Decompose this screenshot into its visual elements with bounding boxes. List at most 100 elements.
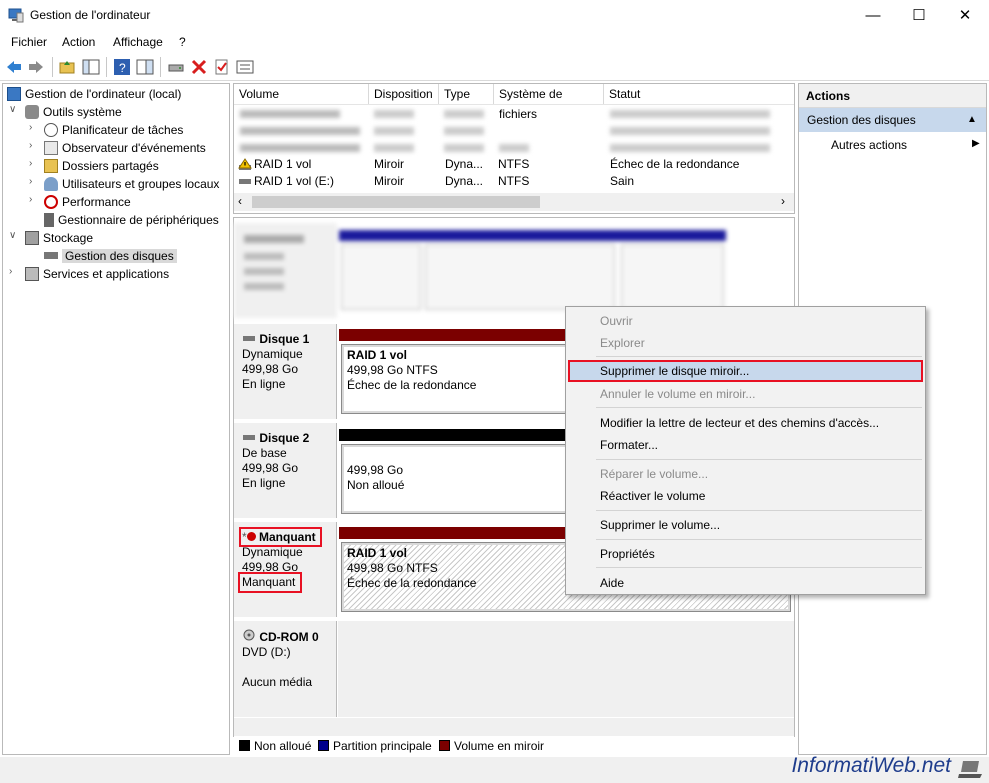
- col-filesystem[interactable]: Système de fichiers: [494, 84, 604, 121]
- legend-mirror: Volume en miroir: [454, 739, 545, 753]
- ctx-repair: Réparer le volume...: [600, 467, 709, 481]
- delete-icon[interactable]: [190, 58, 208, 76]
- disk2-name: Disque 2: [259, 431, 310, 445]
- volume-type: Dyna...: [445, 157, 484, 171]
- ctx-properties[interactable]: Propriétés: [600, 544, 655, 564]
- clock-icon: [44, 123, 58, 137]
- window-title: Gestion de l'ordinateur: [30, 8, 151, 22]
- ctx-explore: Explorer: [600, 336, 645, 350]
- chevron-right-icon[interactable]: ›: [9, 266, 12, 277]
- console-tree: Gestion de l'ordinateur (local) ∨ Outils…: [2, 83, 230, 755]
- minimize-button[interactable]: —: [850, 0, 896, 31]
- ctx-break-mirror: Annuler le volume en miroir...: [600, 387, 756, 401]
- table-row[interactable]: RAID 1 vol (E:) Miroir Dyna... NTFS Sain: [234, 173, 794, 190]
- shared-folder-icon: [44, 159, 58, 173]
- chevron-right-icon[interactable]: ›: [29, 176, 32, 187]
- storage-icon: [25, 231, 39, 245]
- check-properties-icon[interactable]: [213, 58, 231, 76]
- tree-shared-folders[interactable]: Dossiers partagés: [44, 157, 159, 175]
- ctx-remove-mirror[interactable]: Supprimer le disque miroir...: [600, 361, 749, 381]
- legend-swatch-primary: [318, 740, 329, 751]
- cdrom-icon: [243, 629, 255, 641]
- svg-text:?: ?: [119, 61, 126, 75]
- disk1-header[interactable]: Disque 1 Dynamique 499,98 Go En ligne: [234, 324, 337, 419]
- menu-view[interactable]: Affichage: [113, 35, 163, 49]
- tree-system-tools[interactable]: Outils système: [25, 103, 122, 121]
- chevron-right-icon[interactable]: ›: [29, 194, 32, 205]
- laptop-logo-icon: [958, 761, 982, 778]
- volume-filesystem: NTFS: [498, 157, 530, 171]
- highlight-box: [239, 527, 322, 547]
- cdrom-kind: DVD (D:): [242, 645, 291, 659]
- disk1-state: En ligne: [242, 377, 286, 391]
- ctx-change-letter[interactable]: Modifier la lettre de lecteur et des che…: [600, 413, 879, 433]
- menu-bar: Fichier Action Affichage ?: [0, 31, 989, 53]
- disk2-kind: De base: [242, 446, 287, 460]
- cdrom-header[interactable]: CD-ROM 0 DVD (D:) Aucun média: [234, 621, 337, 717]
- tree-task-scheduler[interactable]: Planificateur de tâches: [44, 121, 183, 139]
- actions-section-disk-management[interactable]: Gestion des disques ▲: [799, 108, 986, 132]
- computer-management-icon: [8, 8, 24, 23]
- legend-swatch-mirror: [439, 740, 450, 751]
- maximize-button[interactable]: ☐: [896, 0, 942, 31]
- table-row[interactable]: RAID 1 vol Miroir Dyna... NTFS Échec de …: [234, 156, 794, 173]
- missing-kind: Dynamique: [242, 545, 303, 559]
- ctx-format[interactable]: Formater...: [600, 435, 658, 455]
- volume-name: RAID 1 vol (E:): [254, 174, 335, 188]
- properties-sheet-icon[interactable]: [236, 58, 254, 76]
- chevron-down-icon[interactable]: ∨: [9, 104, 16, 115]
- chevron-left-icon[interactable]: ‹: [238, 194, 242, 208]
- help-icon[interactable]: ?: [113, 58, 131, 76]
- disk2-header[interactable]: Disque 2 De base 499,98 Go En ligne: [234, 423, 337, 518]
- chevron-down-icon[interactable]: ∨: [9, 230, 16, 241]
- services-icon: [25, 267, 39, 281]
- chevron-right-icon[interactable]: ›: [29, 158, 32, 169]
- disk0-partitions-obscured: [339, 230, 726, 315]
- device-manager-icon: [44, 213, 54, 227]
- ctx-reactivate[interactable]: Réactiver le volume: [600, 486, 705, 506]
- ctx-help[interactable]: Aide: [600, 573, 624, 593]
- horizontal-scrollbar[interactable]: ‹ ›: [234, 193, 794, 211]
- chevron-right-icon[interactable]: ›: [29, 122, 32, 133]
- col-status[interactable]: Statut: [604, 84, 794, 104]
- menu-file[interactable]: Fichier: [11, 35, 47, 49]
- tree-device-manager[interactable]: Gestionnaire de périphériques: [44, 211, 219, 229]
- users-icon: [44, 177, 58, 191]
- col-layout[interactable]: Disposition: [369, 84, 439, 104]
- connect-drive-icon[interactable]: [167, 58, 185, 76]
- ctx-delete[interactable]: Supprimer le volume...: [600, 515, 720, 535]
- tree-services-apps[interactable]: Services et applications: [25, 265, 169, 283]
- forward-arrow-icon[interactable]: [27, 58, 45, 76]
- volume-status: Sain: [610, 174, 635, 188]
- close-button[interactable]: ✕: [942, 0, 988, 31]
- chevron-right-icon[interactable]: ›: [29, 140, 32, 151]
- volume-layout: Miroir: [374, 174, 404, 188]
- up-folder-icon[interactable]: [58, 58, 76, 76]
- cdrom-empty-area: [338, 621, 794, 717]
- actions-header: Actions: [799, 84, 986, 108]
- back-arrow-icon[interactable]: [5, 58, 23, 76]
- performance-icon: [44, 195, 58, 209]
- disk1-kind: Dynamique: [242, 347, 303, 361]
- tree-event-viewer[interactable]: Observateur d'événements: [44, 139, 206, 157]
- tree-local-users[interactable]: Utilisateurs et groupes locaux: [44, 175, 219, 193]
- show-hide-action-pane-icon[interactable]: [136, 58, 154, 76]
- scrollbar-thumb[interactable]: [252, 196, 540, 208]
- console-tree-icon[interactable]: [82, 58, 100, 76]
- chevron-right-icon[interactable]: ›: [781, 194, 785, 208]
- col-volume[interactable]: Volume: [234, 84, 369, 104]
- disk-icon: [239, 179, 251, 184]
- menu-action[interactable]: Action: [62, 35, 95, 49]
- volume-filesystem: NTFS: [498, 174, 530, 188]
- disk2-state: En ligne: [242, 476, 286, 490]
- menu-help[interactable]: ?: [179, 35, 186, 49]
- col-type[interactable]: Type: [439, 84, 494, 104]
- tree-root[interactable]: Gestion de l'ordinateur (local): [7, 85, 181, 103]
- title-bar: Gestion de l'ordinateur — ☐ ✕: [0, 0, 989, 31]
- tree-performance[interactable]: Performance: [44, 193, 131, 211]
- warning-disk-icon: [238, 158, 252, 170]
- tree-disk-management[interactable]: Gestion des disques: [44, 247, 177, 265]
- collapse-up-icon[interactable]: ▲: [967, 108, 977, 132]
- tree-storage[interactable]: Stockage: [25, 229, 93, 247]
- more-actions[interactable]: Autres actions: [831, 136, 907, 154]
